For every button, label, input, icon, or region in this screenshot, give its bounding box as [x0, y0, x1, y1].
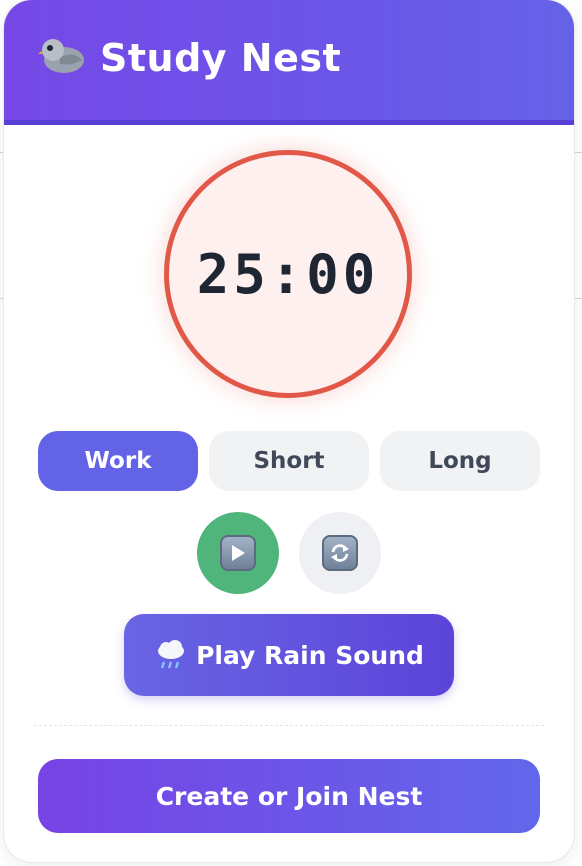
nest-button-label: Create or Join Nest: [155, 781, 423, 811]
play-button[interactable]: [197, 512, 279, 594]
section-divider: [34, 725, 544, 726]
pigeon-icon: [38, 39, 84, 73]
rain-cloud-icon: [158, 640, 185, 669]
timer-display: 25:00: [196, 242, 380, 306]
mode-work-button[interactable]: Work: [38, 431, 198, 491]
create-or-join-nest-button[interactable]: Create or Join Nest: [38, 759, 540, 833]
reset-button[interactable]: [299, 512, 381, 594]
mode-short-button[interactable]: Short: [209, 431, 369, 491]
play-rain-sound-button[interactable]: Play Rain Sound: [124, 614, 454, 696]
study-nest-panel: Study Nest 25:00 Work Short Long Play Ra…: [4, 0, 574, 862]
play-icon: [220, 535, 256, 571]
rain-button-label: Play Rain Sound: [196, 640, 424, 670]
mode-long-button[interactable]: Long: [380, 431, 540, 491]
app-title: Study Nest: [100, 36, 342, 80]
refresh-icon: [322, 535, 358, 571]
timer-ring: 25:00: [164, 150, 412, 398]
header-bar: Study Nest: [4, 0, 574, 125]
